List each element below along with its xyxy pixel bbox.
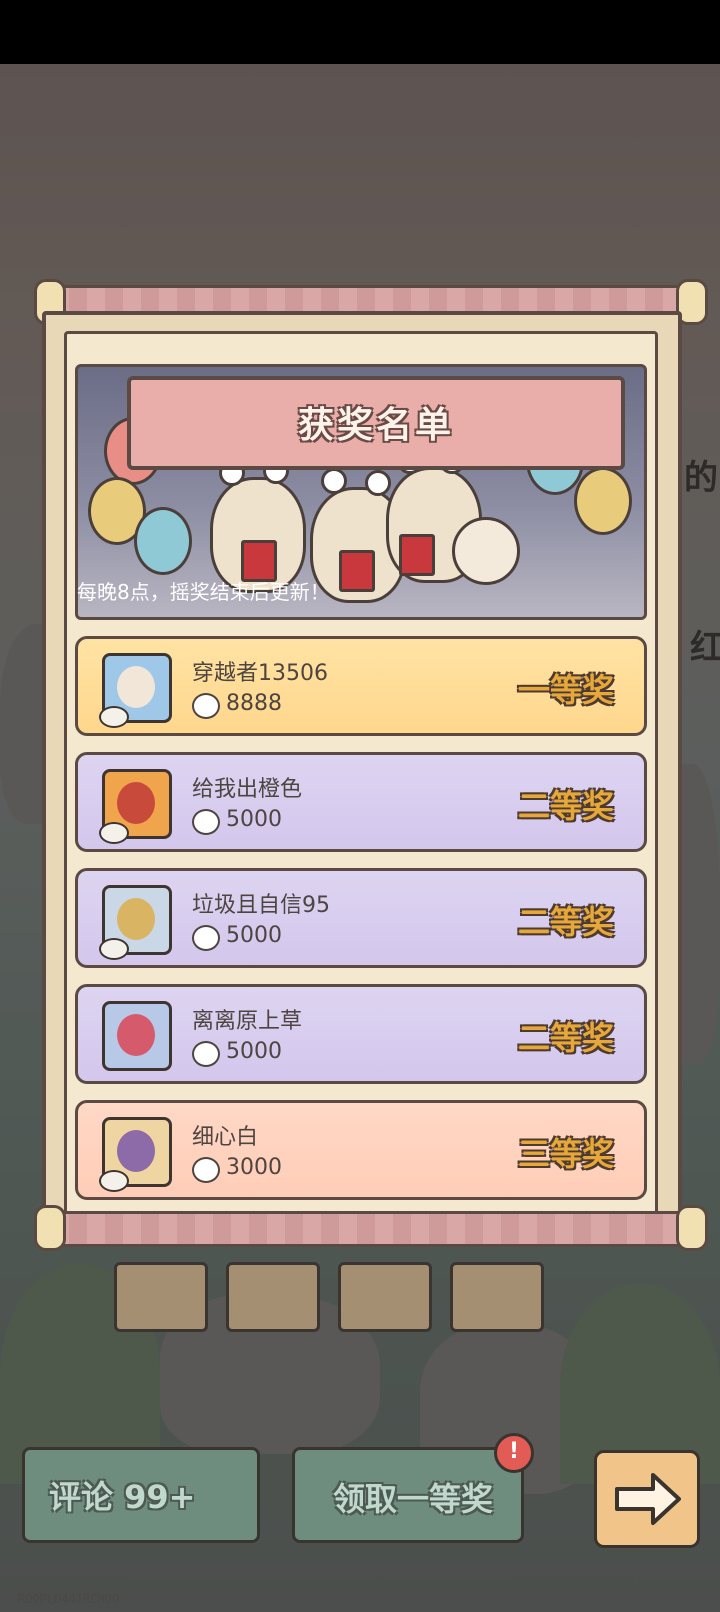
score-icon [192, 1157, 220, 1183]
update-notice: 每晚8点，摇奖结束后更新！ [77, 580, 330, 604]
winner-score: 5000 [226, 923, 282, 948]
prize-level: 三等奖 [517, 1135, 614, 1173]
background-text: 红 [690, 628, 720, 668]
winner-row: 给我出橙色 5000 二等奖 [75, 752, 647, 852]
winner-name: 穿越者13506 [192, 661, 328, 686]
red-envelope-icon [399, 534, 435, 576]
winner-name: 离离原上草 [192, 1009, 303, 1034]
avatar-face [117, 666, 155, 708]
score-icon [192, 693, 220, 719]
rod-end-cap [676, 1205, 708, 1251]
comment-button-label: 评论 99+ [49, 1478, 196, 1516]
eye-badge-icon [99, 938, 129, 960]
score-icon [192, 1041, 220, 1067]
winner-avatar [99, 1117, 172, 1192]
scroll-bottom-rod [48, 1211, 704, 1247]
background-text: 的 [684, 458, 718, 498]
winner-avatar [99, 885, 172, 960]
prize-level: 二等奖 [517, 1019, 614, 1057]
winner-row: 垃圾且自信95 5000 二等奖 [75, 868, 647, 968]
comment-button[interactable]: 评论 99+ [22, 1447, 260, 1543]
balloon-icon [134, 507, 192, 575]
scroll-content[interactable]: 获奖名单 每晚8点，摇奖结束后更新！ 穿越者13506 8888 一等奖 给我出… [64, 331, 658, 1215]
winner-name: 细心白 [192, 1125, 259, 1150]
watermark-text: RDOPLD441RCHDO [18, 1592, 120, 1606]
claim-first-prize-button[interactable]: 领取一等奖 [292, 1447, 524, 1543]
winner-score: 3000 [226, 1155, 282, 1180]
winner-score: 8888 [226, 691, 282, 716]
winner-row: 细心白 3000 三等奖 [75, 1100, 647, 1200]
winner-avatar [102, 1001, 172, 1071]
snail-shell [452, 517, 520, 585]
avatar-face [117, 1130, 155, 1172]
arrow-right-icon [615, 1473, 681, 1525]
winner-row: 穿越者13506 8888 一等奖 [75, 636, 647, 736]
eye-badge-icon [99, 822, 129, 844]
winner-avatar [99, 769, 172, 844]
scroll-paper: 获奖名单 每晚8点，摇奖结束后更新！ 穿越者13506 8888 一等奖 给我出… [42, 311, 682, 1225]
winner-name: 垃圾且自信95 [192, 893, 330, 918]
eye-badge-icon [99, 1170, 129, 1192]
winner-avatar [99, 653, 172, 728]
avatar-face [117, 1014, 155, 1056]
avatar-face [117, 782, 155, 824]
title-plate: 获奖名单 [127, 376, 625, 470]
claim-button-label: 领取一等奖 [333, 1480, 494, 1518]
snail-eye [365, 470, 391, 496]
avatar-face [117, 898, 155, 940]
score-icon [192, 809, 220, 835]
rod-end-cap [34, 1205, 66, 1251]
winners-dialog: 获奖名单 每晚8点，摇奖结束后更新！ 穿越者13506 8888 一等奖 给我出… [34, 279, 708, 1251]
snail-eye [321, 468, 347, 494]
eye-badge-icon [99, 706, 129, 728]
prize-level: 一等奖 [517, 671, 614, 709]
background-card [450, 1262, 544, 1332]
background-card [338, 1262, 432, 1332]
winner-score: 5000 [226, 1039, 282, 1064]
winner-row: 离离原上草 5000 二等奖 [75, 984, 647, 1084]
dialog-title: 获奖名单 [297, 405, 454, 446]
winner-score: 5000 [226, 807, 282, 832]
balloon-icon [574, 467, 632, 535]
prize-level: 二等奖 [517, 903, 614, 941]
prize-level: 二等奖 [517, 787, 614, 825]
background-card [114, 1262, 208, 1332]
status-bar [0, 0, 720, 64]
background-card [226, 1262, 320, 1332]
next-button[interactable] [594, 1450, 700, 1548]
winner-name: 给我出橙色 [192, 777, 303, 802]
score-icon [192, 925, 220, 951]
notification-badge: ! [494, 1433, 534, 1473]
